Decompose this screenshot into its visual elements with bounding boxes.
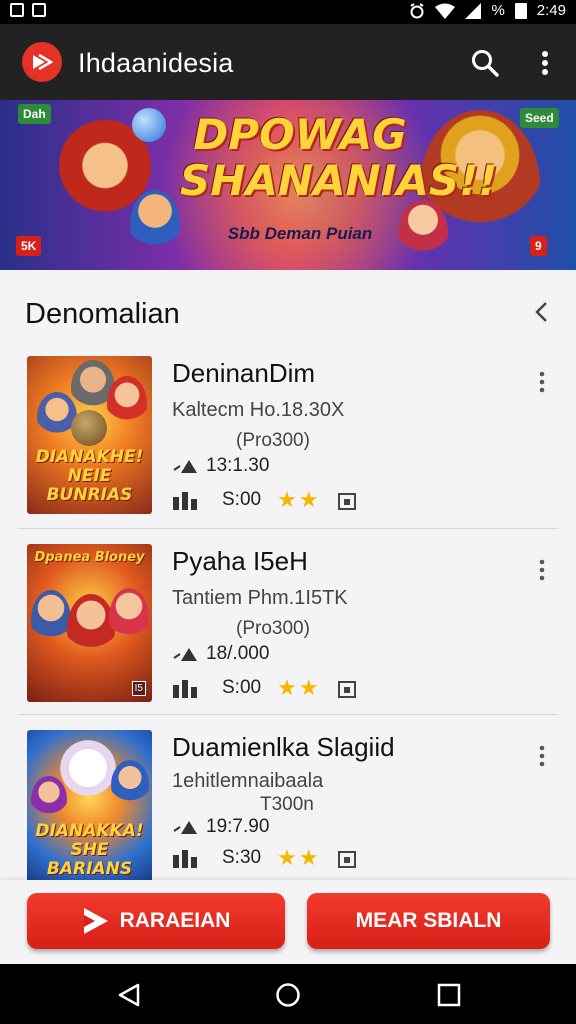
- game-title: DeninanDim: [172, 358, 316, 388]
- signal-icon: [465, 2, 482, 19]
- list-item[interactable]: DIANAKHE! NEIE BUNRIAS DeninanDim Kaltec…: [18, 356, 558, 529]
- more-vert-icon: [539, 559, 545, 581]
- bag-icon: [337, 681, 356, 698]
- more-vert-icon: [542, 51, 548, 75]
- game-thumbnail: DIANAKKA! SHE BARIANS: [27, 730, 152, 880]
- trending-arrow-icon: [173, 821, 197, 834]
- badge-top-right: Seed: [520, 108, 559, 128]
- more-details-label: MEAR SBIALN: [355, 909, 502, 932]
- trending-arrow-icon: [173, 460, 197, 473]
- game-thumbnail: DIANAKHE! NEIE BUNRIAS: [27, 356, 152, 514]
- banner-title: DPOWAG SHANANIAS!!: [180, 110, 498, 205]
- bottom-action-bar: RARAEIAN MEAR SBIALN: [0, 880, 576, 964]
- banner-subtitle: Sbb Deman Puian: [227, 224, 373, 243]
- game-thumbnail: Dpanea Bloney I5: [27, 544, 152, 702]
- photo-notification-icon: [32, 3, 46, 17]
- thumbnail-label: DIANAKKA! SHE BARIANS: [35, 821, 144, 879]
- game-time: S:00: [222, 677, 262, 698]
- game-title: Duamienlka Slagiid: [172, 732, 395, 762]
- list-item[interactable]: Dpanea Bloney I5 Pyaha I5eH Tantiem Phm.…: [18, 544, 558, 715]
- overflow-menu-button[interactable]: [530, 48, 560, 78]
- bag-icon: [337, 851, 356, 868]
- downloads-value: 13:1.30: [206, 455, 270, 476]
- item-overflow-button[interactable]: [534, 370, 550, 394]
- game-rating-stars: ★★: [277, 675, 321, 700]
- game-title: Pyaha I5eH: [172, 546, 308, 576]
- item-overflow-button[interactable]: [534, 558, 550, 582]
- stats-icon: [173, 680, 197, 698]
- section-back-button[interactable]: [530, 300, 552, 324]
- search-icon: [472, 50, 499, 77]
- game-description: 1ehitlemnaibaala: [172, 770, 324, 792]
- chevron-left-icon: [535, 302, 547, 322]
- game-meta: S:30 ★★: [172, 845, 357, 870]
- game-meta: S:00 ★★: [172, 487, 357, 512]
- section-title: Denomalian: [25, 298, 180, 330]
- back-icon[interactable]: [116, 982, 142, 1008]
- game-rating-stars: ★★: [277, 845, 321, 870]
- game-meta: S:00 ★★: [172, 675, 357, 700]
- play-logo-icon: [33, 53, 53, 71]
- list-item[interactable]: DIANAKKA! SHE BARIANS Duamienlka Slagiid…: [18, 730, 558, 880]
- battery-percent: %: [491, 2, 505, 19]
- alarm-icon: [410, 2, 425, 18]
- search-button[interactable]: [470, 48, 500, 78]
- battery-icon: [514, 2, 527, 19]
- game-price: (Pro300): [236, 430, 310, 451]
- game-downloads: 19:7.90: [172, 816, 269, 838]
- thumbnail-badge: I5: [131, 681, 146, 696]
- notification-icon: [10, 3, 24, 17]
- status-bar: % 2:49: [0, 0, 576, 24]
- game-price: (Pro300): [236, 618, 310, 639]
- more-details-button[interactable]: MEAR SBIALN: [307, 893, 550, 949]
- status-time: 2:49: [536, 2, 566, 19]
- downloads-value: 19:7.90: [206, 816, 270, 837]
- wifi-icon: [435, 3, 456, 19]
- game-description: Tantiem Phm.1I5TK: [172, 587, 348, 609]
- promo-banner[interactable]: DPOWAG SHANANIAS!! Sbb Deman Puian Dah S…: [0, 100, 576, 270]
- orb-icon: [132, 108, 166, 142]
- trending-arrow-icon: [173, 648, 197, 661]
- play-icon: [83, 908, 108, 934]
- play-button-label: RARAEIAN: [119, 909, 231, 932]
- bag-icon: [337, 493, 356, 510]
- more-vert-icon: [539, 371, 545, 393]
- stats-icon: [173, 492, 197, 510]
- app-title: Ihdaanidesia: [78, 48, 234, 78]
- item-overflow-button[interactable]: [534, 744, 550, 768]
- badge-top-left: Dah: [18, 104, 51, 124]
- game-rating-stars: ★★: [277, 487, 321, 512]
- game-description: Kaltecm Ho.18.30X: [172, 399, 345, 421]
- badge-bottom-left: 5K: [16, 236, 42, 256]
- home-icon[interactable]: [275, 982, 301, 1008]
- thumbnail-top-text: Dpanea Bloney: [34, 550, 145, 565]
- stats-icon: [173, 850, 197, 868]
- play-button[interactable]: RARAEIAN: [27, 893, 285, 949]
- badge-bottom-right: 9: [530, 236, 547, 256]
- system-nav-bar: [0, 964, 576, 1024]
- game-time: S:30: [222, 847, 262, 868]
- game-downloads: 13:1.30: [172, 455, 269, 477]
- game-time: S:00: [222, 489, 262, 510]
- app-logo: [22, 42, 62, 82]
- thumbnail-label: DIANAKHE! NEIE BUNRIAS: [35, 447, 144, 505]
- hero-character-small: [130, 190, 180, 260]
- hero-character-girl: [398, 200, 448, 266]
- app-bar: Ihdaanidesia: [0, 24, 576, 100]
- game-price: T300n: [260, 794, 314, 815]
- more-vert-icon: [539, 745, 545, 767]
- downloads-value: 18/.000: [206, 643, 270, 664]
- game-downloads: 18/.000: [172, 643, 269, 665]
- recents-icon[interactable]: [436, 982, 462, 1008]
